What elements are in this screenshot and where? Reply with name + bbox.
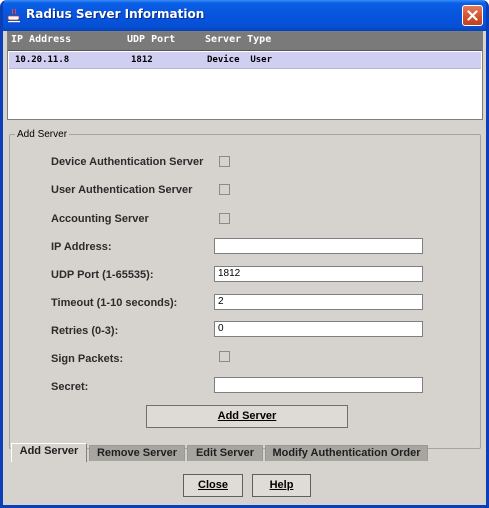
- tab-remove-server[interactable]: Remove Server: [89, 445, 185, 461]
- device-auth-label: Device Authentication Server: [51, 156, 204, 168]
- udp-port-input[interactable]: 1812: [214, 266, 423, 282]
- sign-packets-label: Sign Packets:: [51, 353, 124, 365]
- add-server-group: Add Server: [9, 129, 481, 449]
- window-title: Radius Server Information: [26, 7, 205, 21]
- close-icon: [467, 10, 478, 21]
- add-server-button-label: Add Server: [217, 410, 277, 422]
- radius-server-table[interactable]: IP Address UDP Port Server Type 10.20.11…: [7, 31, 483, 120]
- close-button-label: Close: [198, 479, 228, 491]
- tab-modify-authentication-order[interactable]: Modify Authentication Order: [265, 445, 428, 461]
- help-button-label: Help: [269, 479, 294, 491]
- add-server-legend: Add Server: [17, 129, 68, 140]
- secret-label: Secret:: [51, 381, 89, 393]
- tab-bar: Add Server Remove Server Edit Server Mod…: [3, 443, 486, 463]
- user-auth-checkbox[interactable]: [219, 184, 230, 195]
- user-auth-label: User Authentication Server: [51, 184, 193, 196]
- add-server-button[interactable]: Add Server: [146, 405, 348, 428]
- column-udp-port[interactable]: UDP Port: [127, 34, 175, 45]
- udp-port-label: UDP Port (1-65535):: [51, 269, 154, 281]
- java-coffee-icon: [7, 8, 20, 23]
- radius-server-dialog: Radius Server Information IP Address UDP…: [0, 0, 489, 508]
- tab-add-server[interactable]: Add Server: [11, 443, 87, 462]
- sign-packets-checkbox[interactable]: [219, 351, 230, 362]
- close-button[interactable]: Close: [183, 474, 243, 497]
- retries-label: Retries (0-3):: [51, 325, 119, 337]
- cell-ip: 10.20.11.8: [15, 55, 70, 65]
- ip-address-input[interactable]: [214, 238, 423, 254]
- help-button[interactable]: Help: [252, 474, 311, 497]
- cell-port: 1812: [131, 55, 153, 65]
- timeout-label: Timeout (1-10 seconds):: [51, 297, 178, 309]
- retries-input[interactable]: 0: [214, 321, 423, 337]
- accounting-checkbox[interactable]: [219, 213, 230, 224]
- table-row[interactable]: 10.20.11.8 1812 Device User: [9, 52, 481, 69]
- dialog-content: IP Address UDP Port Server Type 10.20.11…: [3, 31, 486, 505]
- device-auth-checkbox[interactable]: [219, 156, 230, 167]
- timeout-input[interactable]: 2: [214, 294, 423, 310]
- close-window-button[interactable]: [462, 5, 483, 26]
- column-ip-address[interactable]: IP Address: [11, 34, 71, 45]
- cell-type: Device User: [207, 55, 273, 65]
- table-header: IP Address UDP Port Server Type: [8, 32, 482, 51]
- tab-edit-server[interactable]: Edit Server: [187, 445, 263, 461]
- title-bar[interactable]: Radius Server Information: [3, 0, 486, 31]
- column-server-type[interactable]: Server Type: [205, 34, 271, 45]
- ip-address-label: IP Address:: [51, 241, 112, 253]
- secret-input[interactable]: [214, 377, 423, 393]
- accounting-label: Accounting Server: [51, 213, 149, 225]
